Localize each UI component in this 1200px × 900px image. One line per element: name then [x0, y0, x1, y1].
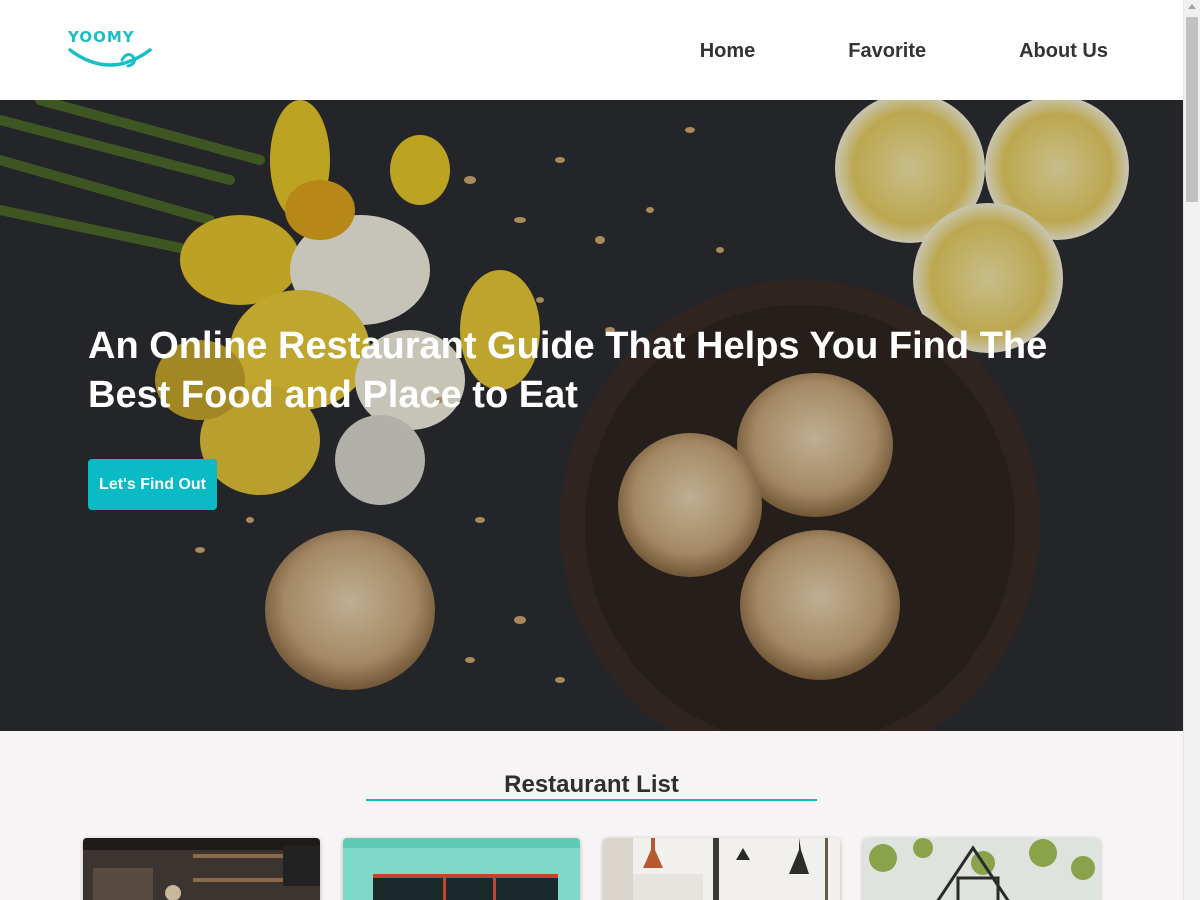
title-underline — [366, 799, 817, 801]
teal-storefront-image — [343, 838, 580, 900]
smile-logo-icon — [68, 48, 152, 68]
hero-section: An Online Restaurant Guide That Helps Yo… — [0, 100, 1183, 731]
hero-title: An Online Restaurant Guide That Helps Yo… — [88, 325, 1048, 416]
nav-about-us-link[interactable]: About Us — [1019, 38, 1108, 64]
lets-find-out-button[interactable]: Let's Find Out — [88, 459, 217, 510]
restaurant-list-title: Restaurant List — [504, 771, 679, 798]
yoomy-logo[interactable]: YOOMY — [66, 28, 156, 74]
main-nav: Home Favorite About Us — [607, 38, 1108, 64]
greenhouse-cafe-image — [863, 838, 1100, 900]
restaurant-card[interactable] — [343, 838, 580, 900]
scrollbar-thumb[interactable] — [1186, 17, 1198, 202]
nav-favorite-link[interactable]: Favorite — [848, 38, 926, 64]
scroll-up-arrow-icon[interactable] — [1188, 4, 1196, 9]
restaurant-card[interactable] — [863, 838, 1100, 900]
bright-dining-room-image — [603, 838, 840, 900]
nav-home-link[interactable]: Home — [700, 38, 756, 64]
restaurant-card[interactable] — [83, 838, 320, 900]
site-header: YOOMY Home Favorite About Us — [0, 0, 1183, 100]
vertical-scrollbar[interactable] — [1183, 0, 1200, 900]
restaurant-card[interactable] — [603, 838, 840, 900]
cafe-interior-image — [83, 838, 320, 900]
